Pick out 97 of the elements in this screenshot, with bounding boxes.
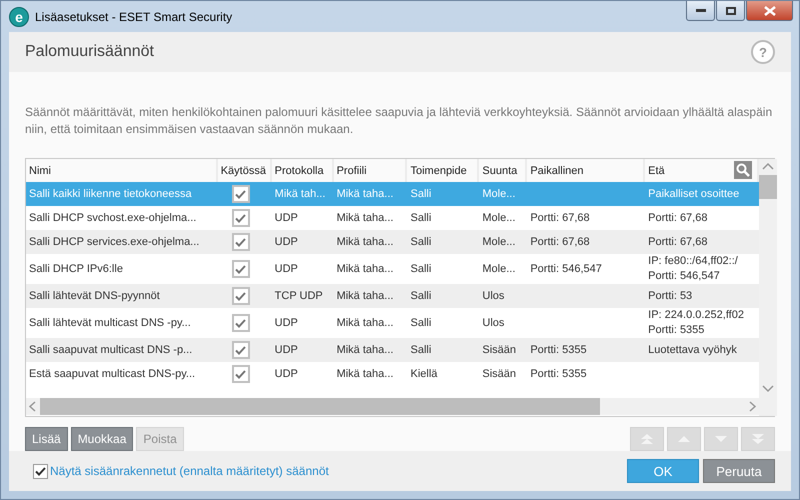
table-cell: Portti: 67,68 bbox=[648, 210, 708, 226]
close-button[interactable] bbox=[746, 1, 793, 21]
table-cell: UDP bbox=[274, 316, 298, 330]
table-cell: Salli kaikki liikenne tietokoneessa bbox=[29, 186, 192, 202]
table-cell: Portti: 67,68 bbox=[530, 234, 590, 250]
check-icon bbox=[235, 238, 246, 246]
horizontal-scrollbar[interactable] bbox=[26, 398, 759, 415]
rule-row[interactable]: Salli lähtevät multicast DNS -py... UDP Mikä taha... Salli Ulos IP: 224.0.0.252,ff02 Portti: 5355 bbox=[26, 308, 759, 338]
double-triangle-icon bbox=[751, 434, 765, 444]
table-cell: Mole... bbox=[482, 262, 516, 276]
table-cell: Mikä taha... bbox=[336, 234, 394, 250]
description-text: Säännöt määrittävät, miten henkilökohtainen palomuuri käsittelee saapuvia ja lähteviä verkkoyhteyksiä. Säännöt arvioidaan ylhäältä alaspäin niin, että toimitaan ensimmäisen vastaavan säännön mukaan. bbox=[24, 104, 774, 138]
table-cell: Estä saapuvat multicast DNS-py... bbox=[29, 366, 196, 382]
enabled-checkbox[interactable] bbox=[232, 365, 250, 383]
check-icon bbox=[235, 190, 246, 198]
rule-row[interactable]: Salli DHCP svchost.exe-ohjelma... UDP Mikä taha... Salli Mole... Portti: 67,68 Portti: 67,68 bbox=[26, 206, 759, 230]
check-icon bbox=[235, 214, 246, 222]
table-cell: Salli bbox=[410, 262, 432, 276]
table-cell: Mikä taha... bbox=[336, 342, 394, 358]
check-icon bbox=[235, 346, 246, 354]
check-icon bbox=[235, 264, 246, 274]
maximize-button[interactable] bbox=[716, 1, 745, 21]
table-cell: IP: 224.0.0.252,ff02 Portti: 5355 bbox=[648, 308, 744, 338]
table-cell: UDP bbox=[274, 210, 298, 226]
table-cell: Salli lähtevät DNS-pyynnöt bbox=[29, 288, 160, 304]
double-triangle-icon bbox=[640, 434, 654, 444]
rule-row[interactable]: Salli lähtevät DNS-pyynnöt TCP UDP Mikä taha... Salli Ulos Portti: 53 bbox=[26, 284, 759, 308]
close-icon bbox=[764, 6, 776, 16]
rule-row[interactable]: Salli DHCP services.exe-ohjelma... UDP Mikä taha... Salli Mole... Portti: 67,68 Portti: 67,68 bbox=[26, 230, 759, 254]
table-cell: UDP bbox=[274, 234, 298, 250]
scroll-thumb[interactable] bbox=[759, 175, 777, 199]
maximize-icon bbox=[726, 6, 736, 14]
enabled-checkbox[interactable] bbox=[232, 314, 250, 332]
triangle-icon bbox=[677, 434, 691, 444]
table-cell: Mikä tah... bbox=[274, 186, 326, 202]
enabled-checkbox[interactable] bbox=[232, 209, 250, 227]
enabled-checkbox[interactable] bbox=[232, 185, 250, 203]
table-cell: Mole... bbox=[482, 234, 516, 250]
table-cell: Portti: 5355 bbox=[530, 366, 587, 382]
table-cell: Salli DHCP svchost.exe-ohjelma... bbox=[29, 210, 196, 226]
minimize-icon bbox=[696, 8, 706, 12]
vertical-scrollbar[interactable] bbox=[759, 159, 777, 416]
table-cell: Portti: 5355 bbox=[530, 342, 587, 358]
table-cell: UDP bbox=[274, 366, 298, 382]
checkbox[interactable] bbox=[33, 464, 48, 478]
enabled-checkbox[interactable] bbox=[232, 260, 250, 278]
rule-row[interactable]: Salli saapuvat multicast DNS -p... UDP Mikä taha... Salli Sisään Portti: 5355 Luotettava vyöhyk bbox=[26, 338, 759, 362]
table-cell: Salli bbox=[410, 316, 432, 330]
check-icon bbox=[235, 370, 246, 378]
table-cell: Mikä taha... bbox=[336, 288, 394, 304]
table-cell: Mole... bbox=[482, 210, 516, 226]
enabled-checkbox[interactable] bbox=[232, 341, 250, 359]
table-cell: Paikalliset osoittee bbox=[648, 186, 740, 202]
table-cell: UDP bbox=[274, 262, 298, 276]
table-cell: Salli bbox=[410, 234, 432, 250]
triangle-icon bbox=[714, 434, 728, 444]
rule-row[interactable]: Salli DHCP IPv6:lle UDP Mikä taha... Salli Mole... Portti: 546,547 IP: fe80::/64,ff02::/ Portti: 546,547 bbox=[26, 254, 759, 284]
table-cell: Salli bbox=[410, 210, 432, 226]
check-icon bbox=[235, 292, 246, 300]
enabled-checkbox[interactable] bbox=[232, 233, 250, 251]
table-cell: Portti: 546,547 bbox=[530, 262, 602, 276]
minimize-button[interactable] bbox=[686, 1, 715, 21]
table-cell: Salli bbox=[410, 342, 432, 358]
scroll-thumb[interactable] bbox=[40, 398, 600, 415]
table-cell: Portti: 53 bbox=[648, 288, 692, 304]
table-cell: Ulos bbox=[482, 316, 504, 330]
table-cell: Sisään bbox=[482, 342, 516, 358]
table-cell: Mikä taha... bbox=[336, 262, 394, 276]
check-icon bbox=[235, 318, 246, 328]
table-cell: Salli saapuvat multicast DNS -p... bbox=[29, 342, 192, 358]
table-cell: Luotettava vyöhyk bbox=[648, 342, 737, 358]
table-cell: Mole... bbox=[482, 186, 516, 202]
rule-row[interactable]: Estä saapuvat multicast DNS-py... UDP Mikä taha... Kiellä Sisään Portti: 5355 bbox=[26, 362, 759, 386]
search-icon bbox=[736, 163, 750, 177]
table-cell: Salli DHCP services.exe-ohjelma... bbox=[29, 234, 200, 250]
table-cell: Mikä taha... bbox=[336, 210, 394, 226]
check-icon bbox=[35, 466, 46, 476]
page-title: Palomuurisäännöt bbox=[25, 43, 154, 61]
table-cell: UDP bbox=[274, 342, 298, 358]
table-cell: Mikä taha... bbox=[336, 186, 394, 202]
table-cell: TCP UDP bbox=[274, 288, 323, 304]
enabled-checkbox[interactable] bbox=[232, 287, 250, 305]
table-cell: Salli bbox=[410, 186, 432, 202]
table-cell: Mikä taha... bbox=[336, 316, 394, 330]
table-cell: Mikä taha... bbox=[336, 366, 394, 382]
table-cell: Ulos bbox=[482, 288, 504, 304]
table-cell: IP: fe80::/64,ff02::/ Portti: 546,547 bbox=[648, 254, 738, 284]
table-cell: Sisään bbox=[482, 366, 516, 382]
app-logo: e bbox=[9, 6, 29, 26]
table-cell: Salli bbox=[410, 288, 432, 304]
table-cell: Portti: 67,68 bbox=[530, 210, 590, 226]
table-cell: Salli lähtevät multicast DNS -py... bbox=[29, 316, 191, 330]
table-cell: Kiellä bbox=[410, 366, 438, 382]
search-button[interactable] bbox=[734, 161, 752, 179]
table-cell: Portti: 67,68 bbox=[648, 234, 708, 250]
window-title: Lisäasetukset - ESET Smart Security bbox=[35, 10, 234, 24]
table-cell: Salli DHCP IPv6:lle bbox=[29, 262, 123, 276]
